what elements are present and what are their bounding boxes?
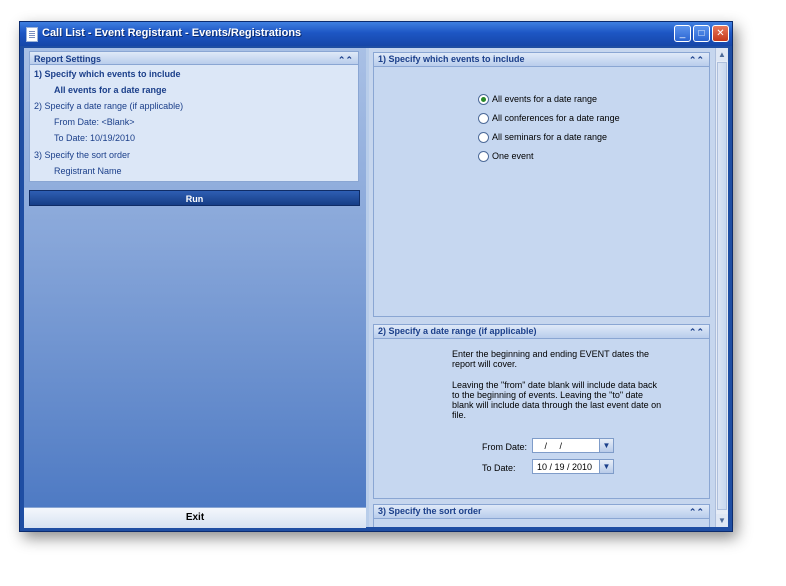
setting-step-1[interactable]: 1) Specify which events to include — [34, 69, 181, 79]
from-date-label: From Date: — [482, 442, 528, 452]
report-settings-title: Report Settings — [34, 54, 102, 64]
radio-label: All events for a date range — [492, 94, 598, 104]
to-date-value: 10 / 19 / 2010 — [537, 462, 593, 472]
minimize-icon: _ — [679, 28, 686, 39]
setting-step-2[interactable]: 2) Specify a date range (if applicable) — [34, 101, 183, 111]
right-pane: 1) Specify which events to include ⌃⌃ Al… — [369, 48, 728, 527]
chevron-down-icon[interactable]: ▼ — [599, 439, 613, 452]
close-icon: ✕ — [716, 28, 725, 39]
client-area: Report Settings ⌃⌃ 1) Specify which even… — [24, 48, 728, 528]
run-button[interactable]: Run — [29, 190, 360, 206]
collapse-chevron-icon[interactable]: ⌃⌃ — [689, 54, 704, 67]
section-events-panel: All events for a date range All conferen… — [373, 67, 710, 317]
section-date-range-panel: Enter the beginning and ending EVENT dat… — [373, 339, 710, 499]
close-button[interactable]: ✕ — [712, 25, 729, 42]
radio-button[interactable] — [478, 151, 489, 162]
document-icon — [26, 27, 38, 42]
to-date-label: To Date: — [482, 463, 516, 473]
setting-value-sort[interactable]: Registrant Name — [54, 166, 122, 176]
section-sort-order-header[interactable]: 3) Specify the sort order ⌃⌃ — [373, 504, 710, 519]
section-events-header[interactable]: 1) Specify which events to include ⌃⌃ — [373, 52, 710, 67]
section-sort-order-panel — [373, 519, 710, 527]
radio-button[interactable] — [478, 94, 489, 105]
chevron-down-icon[interactable]: ▼ — [599, 460, 613, 473]
left-pane: Report Settings ⌃⌃ 1) Specify which even… — [24, 48, 366, 528]
radio-label: One event — [492, 151, 534, 161]
window-title: Call List - Event Registrant - Events/Re… — [42, 27, 302, 39]
collapse-chevron-icon[interactable]: ⌃⌃ — [689, 326, 704, 339]
to-date-picker[interactable]: 10 / 19 / 2010 ▼ — [532, 459, 614, 474]
radio-button[interactable] — [478, 113, 489, 124]
minimize-button[interactable]: _ — [674, 25, 691, 42]
scroll-down-icon[interactable]: ▼ — [716, 514, 728, 527]
setting-value-from-date[interactable]: From Date: <Blank> — [54, 117, 135, 127]
from-date-value: / / — [537, 441, 563, 451]
exit-button[interactable]: Exit — [24, 507, 366, 528]
report-settings-panel: 1) Specify which events to include All e… — [29, 65, 359, 182]
call-list-window: Call List - Event Registrant - Events/Re… — [19, 21, 733, 532]
setting-value-events[interactable]: All events for a date range — [54, 85, 167, 95]
from-date-picker[interactable]: / / ▼ — [532, 438, 614, 453]
radio-button[interactable] — [478, 132, 489, 143]
section-date-range-title: 2) Specify a date range (if applicable) — [378, 326, 537, 336]
setting-step-3[interactable]: 3) Specify the sort order — [34, 150, 130, 160]
vertical-scrollbar[interactable]: ▲ ▼ — [715, 48, 728, 527]
section-date-range-header[interactable]: 2) Specify a date range (if applicable) … — [373, 324, 710, 339]
maximize-button[interactable]: □ — [693, 25, 710, 42]
radio-label: All conferences for a date range — [492, 113, 620, 123]
section-events-title: 1) Specify which events to include — [378, 54, 525, 64]
maximize-icon: □ — [698, 28, 705, 39]
radio-label: All seminars for a date range — [492, 132, 608, 142]
setting-value-to-date[interactable]: To Date: 10/19/2010 — [54, 133, 135, 143]
scrollbar-thumb[interactable] — [717, 62, 727, 510]
collapse-chevron-icon[interactable]: ⌃⌃ — [689, 506, 704, 519]
date-range-instructions: Enter the beginning and ending EVENT dat… — [452, 349, 649, 369]
section-sort-order-title: 3) Specify the sort order — [378, 506, 482, 516]
scroll-up-icon[interactable]: ▲ — [716, 48, 728, 61]
title-bar[interactable]: Call List - Event Registrant - Events/Re… — [20, 22, 732, 46]
date-range-blank-note: Leaving the "from" date blank will inclu… — [452, 380, 662, 420]
report-settings-header[interactable]: Report Settings ⌃⌃ — [29, 51, 359, 65]
